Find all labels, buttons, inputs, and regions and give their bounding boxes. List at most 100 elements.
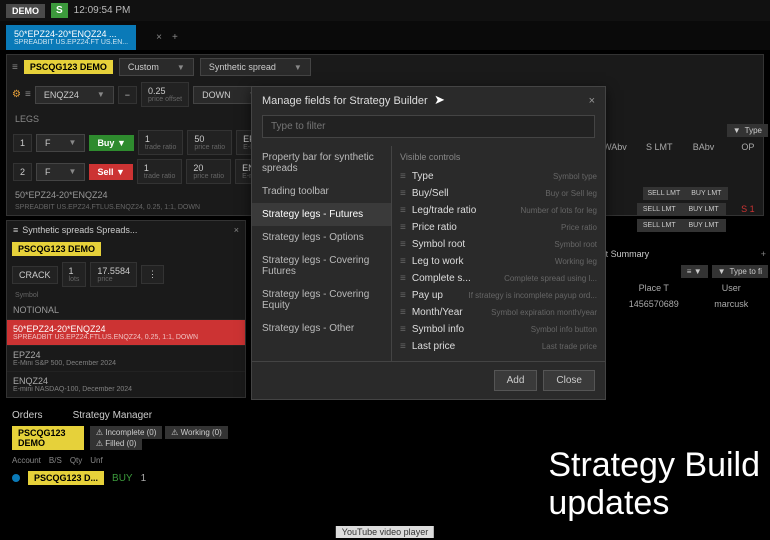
drag-icon[interactable]: ≡ xyxy=(400,205,406,216)
title-bar-icon[interactable]: ≡ xyxy=(12,62,18,73)
field-row[interactable]: ≡Leg/trade ratio Number of lots for leg xyxy=(400,202,597,219)
modal-filter-input[interactable] xyxy=(262,115,595,138)
field-row[interactable]: ≡Symbol info Symbol info button xyxy=(400,321,597,338)
instrument-row[interactable]: ENQZ24E-mini NASDAQ-100, December 2024 xyxy=(7,371,245,397)
account-badge[interactable]: PSCQG123 DEMO xyxy=(12,242,101,256)
field-hint: Buy or Sell leg xyxy=(545,189,597,198)
leg-number: 2 xyxy=(13,163,32,181)
field-row[interactable]: ≡Price ratio Price ratio xyxy=(400,219,597,236)
drag-icon[interactable]: ≡ xyxy=(400,324,406,335)
synthetic-dropdown[interactable]: Synthetic spread▼ xyxy=(200,58,311,76)
price-cell[interactable]: 17.5584price xyxy=(90,262,137,287)
drag-icon[interactable]: ≡ xyxy=(400,239,406,250)
menu-button[interactable]: ⋮ xyxy=(141,265,164,284)
orders-title: Orders xyxy=(12,410,43,421)
spreads-panel: ≡ Synthetic spreads Spreads... × PSCQG123 … xyxy=(6,220,246,398)
order-col-header: Unf xyxy=(90,456,102,465)
leg-side-button[interactable]: Sell ▼ xyxy=(89,164,132,180)
drag-icon[interactable]: ≡ xyxy=(400,222,406,233)
field-row[interactable]: ≡ Month/Year Symbol expiration month/year xyxy=(400,304,597,321)
tab-spread[interactable]: 50*EPZ24-20*ENQZ24 ... SPREADBIT US.EPZ2… xyxy=(6,25,136,50)
custom-dropdown[interactable]: Custom▼ xyxy=(119,58,194,76)
field-row[interactable]: ≡Symbol root Symbol root xyxy=(400,236,597,253)
modal-side-item[interactable]: Strategy legs - Options xyxy=(252,226,391,249)
search-chip[interactable]: ▼ Type to fi xyxy=(712,265,768,278)
order-side: BUY xyxy=(112,473,133,484)
field-hint: Symbol type xyxy=(553,172,597,181)
menu-icon[interactable]: ≡ xyxy=(25,89,31,100)
drag-icon[interactable]: ≡ xyxy=(400,290,406,301)
add-button[interactable]: Add xyxy=(494,370,538,391)
field-hint: Working leg xyxy=(555,257,597,266)
buy-lmt-button[interactable]: BUY LMT xyxy=(681,203,725,216)
modal-side-item[interactable]: Property bar for synthetic spreads xyxy=(252,146,391,180)
modal-close-icon[interactable]: × xyxy=(589,95,595,107)
leg-type-dropdown[interactable]: F ▼ xyxy=(36,134,85,152)
tab-close-icon[interactable]: × xyxy=(156,32,162,43)
s-badge: S xyxy=(51,3,68,18)
sell-lmt-button[interactable]: SELL LMT xyxy=(637,203,681,216)
drag-icon[interactable]: ≡ xyxy=(400,341,406,352)
field-row[interactable]: ≡Complete s... Complete spread using l..… xyxy=(400,270,597,287)
modal-side-item[interactable]: Strategy legs - Other xyxy=(252,317,391,340)
modal-side-item[interactable]: Strategy legs - Futures xyxy=(252,203,391,226)
modal-side-item[interactable]: Strategy legs - Covering Equity xyxy=(252,283,391,317)
drag-icon[interactable]: ≡ xyxy=(400,256,406,267)
leg-price-ratio[interactable]: 50price ratio xyxy=(187,130,232,155)
drag-icon[interactable]: ≡ xyxy=(400,188,406,199)
field-hint: If strategy is incomplete payup ord... xyxy=(468,291,597,300)
tab-strip: 50*EPZ24-20*ENQZ24 ... SPREADBIT US.EPZ2… xyxy=(0,21,770,50)
close-icon[interactable]: × xyxy=(234,225,239,235)
strategy-manager-title: Strategy Manager xyxy=(73,410,153,421)
foot-col-header: User xyxy=(693,280,770,296)
tab-add-icon[interactable]: + xyxy=(172,32,178,43)
field-row[interactable]: ≡Last price Last trade price xyxy=(400,338,597,355)
field-name: Last price xyxy=(412,341,455,352)
drag-icon[interactable]: ≡ xyxy=(400,273,406,284)
drag-icon[interactable]: ≡ xyxy=(400,307,406,318)
account-badge[interactable]: PSCQG123 DEMO xyxy=(12,426,84,450)
account-badge[interactable]: PSCQG123 DEMO xyxy=(24,60,113,74)
field-row[interactable]: ≡Leg to work Working leg xyxy=(400,253,597,270)
sell-lmt-button[interactable]: SELL LMT xyxy=(637,219,681,232)
drag-icon[interactable]: ≡ xyxy=(400,171,406,182)
close-button[interactable]: Close xyxy=(543,370,595,391)
modal-side-item[interactable]: Strategy legs - Covering Futures xyxy=(252,249,391,283)
price-col-header: OP xyxy=(726,139,770,155)
minus-button[interactable]: − xyxy=(118,86,137,104)
buy-lmt-button[interactable]: BUY LMT xyxy=(685,187,727,200)
modal-title: Manage fields for Strategy Builder xyxy=(262,95,428,107)
leg-trade-ratio[interactable]: 1trade ratio xyxy=(138,130,184,155)
field-name: Month/Year xyxy=(412,307,463,318)
instrument-row[interactable]: EPZ24E-Mini S&P 500, December 2024 xyxy=(7,345,245,371)
leg-trade-ratio[interactable]: 1trade ratio xyxy=(137,159,183,184)
add-icon[interactable]: + xyxy=(761,249,766,259)
price-offset-value[interactable]: 0.25price offset xyxy=(141,82,189,107)
buy-lmt-button[interactable]: BUY LMT xyxy=(681,219,725,232)
instrument-row[interactable]: 50*EPZ24-20*ENQZ24SPREADBIT US.EPZ24.FTL… xyxy=(7,319,245,345)
field-row[interactable]: ≡Type Symbol type xyxy=(400,168,597,185)
field-row[interactable]: ≡Pay up If strategy is incomplete payup … xyxy=(400,287,597,304)
crack-input[interactable]: CRACK xyxy=(12,266,58,284)
spreads-title: Synthetic spreads Spreads... xyxy=(22,225,137,235)
leg-price-ratio[interactable]: 20price ratio xyxy=(186,159,231,184)
order-row[interactable]: PSCQG123 D... BUY 1 xyxy=(6,468,246,488)
field-hint: Symbol expiration month/year xyxy=(491,308,597,317)
order-filter[interactable]: ⚠ Working (0) xyxy=(165,426,228,439)
order-filter[interactable]: ⚠ Filled (0) xyxy=(90,437,143,450)
symbol-dropdown[interactable]: ENQZ24▼ xyxy=(35,86,114,104)
order-status-dot xyxy=(12,474,20,482)
filter-chip[interactable]: ≡ ▼ xyxy=(681,265,708,278)
sell-lmt-button[interactable]: SELL LMT xyxy=(643,187,685,200)
type-filter[interactable]: ▼ Type xyxy=(727,124,768,137)
modal-side-item[interactable]: Trading toolbar xyxy=(252,180,391,203)
menu-icon[interactable]: ≡ xyxy=(13,225,18,235)
gear-icon[interactable]: ⚙ xyxy=(12,89,21,100)
field-hint: Price ratio xyxy=(561,223,597,232)
lots-cell[interactable]: 1lots xyxy=(62,262,87,287)
order-col-header: Account xyxy=(12,456,41,465)
order-col-header: B/S xyxy=(49,456,62,465)
field-row[interactable]: ≡Buy/Sell Buy or Sell leg xyxy=(400,185,597,202)
leg-type-dropdown[interactable]: F ▼ xyxy=(36,163,85,181)
leg-side-button[interactable]: Buy ▼ xyxy=(89,135,133,151)
